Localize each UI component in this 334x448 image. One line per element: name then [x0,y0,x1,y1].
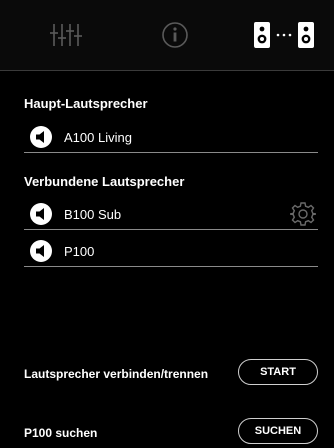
tab-equalizer[interactable] [30,0,100,70]
tab-info[interactable] [140,0,210,70]
main-speaker-title: Haupt-Lautsprecher [24,96,148,111]
speakers-link-icon [254,22,314,48]
info-icon [162,22,188,48]
connected-speaker-row[interactable]: P100 [24,236,318,267]
gear-icon[interactable] [290,201,316,227]
search-button[interactable]: SUCHEN [238,418,318,444]
connected-speaker-row[interactable]: B100 Sub [24,199,318,230]
speaker-icon [30,126,52,148]
connected-speakers-title: Verbundene Lautsprecher [24,174,185,189]
connected-speaker-label: P100 [64,244,95,259]
top-tab-bar [0,0,334,71]
tab-speakers[interactable] [234,0,334,70]
speaker-icon [30,203,52,225]
search-p100-label: P100 suchen [24,426,98,440]
connect-speakers-label: Lautsprecher verbinden/trennen [24,367,209,381]
main-speaker-row[interactable]: A100 Living [24,122,318,153]
start-button[interactable]: START [238,359,318,385]
connected-speaker-label: B100 Sub [64,207,122,222]
main-speaker-label: A100 Living [64,130,132,145]
equalizer-icon [50,24,82,46]
speaker-icon [30,240,52,262]
